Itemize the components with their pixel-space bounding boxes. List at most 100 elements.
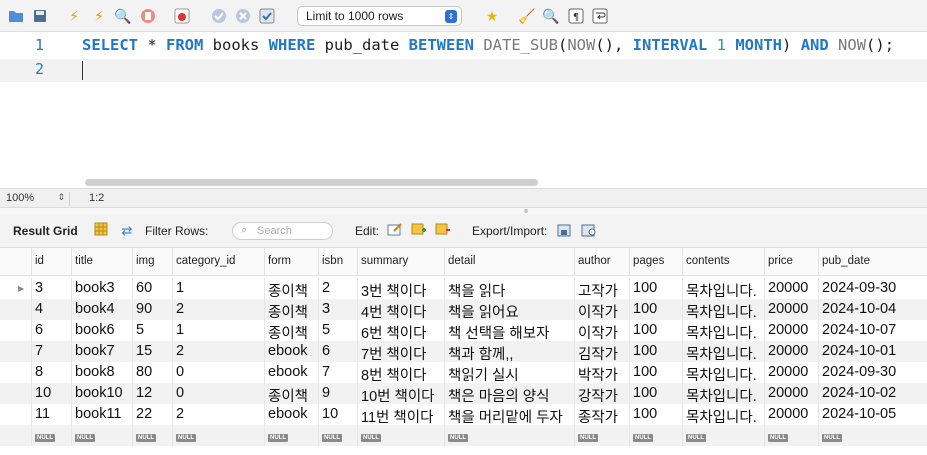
table-cell-isbn[interactable]: 5 (318, 320, 357, 341)
table-cell-title[interactable]: book8 (71, 362, 132, 383)
table-cell-pages[interactable]: 100 (629, 278, 682, 299)
import-icon[interactable] (580, 222, 598, 240)
export-icon[interactable] (556, 222, 574, 240)
column-header[interactable]: category_id (172, 248, 264, 276)
table-cell-form[interactable]: 종이책 (264, 320, 318, 341)
grid-layout-icon[interactable] (92, 222, 110, 240)
table-cell-price[interactable]: 20000 (764, 341, 818, 362)
table-cell-form[interactable]: 종이책 (264, 299, 318, 320)
table-cell-pages[interactable]: 100 (629, 362, 682, 383)
table-cell-price[interactable]: 20000 (764, 362, 818, 383)
table-cell-price[interactable]: 20000 (764, 278, 818, 299)
new-row-placeholder[interactable]: NULL NULL NULL NULL NULL NULL NULL NULL NULL NULL… (0, 425, 927, 446)
column-header[interactable]: detail (444, 248, 574, 276)
null-cell[interactable]: NULL (629, 425, 682, 446)
table-cell-author[interactable]: 이작가 (574, 299, 629, 320)
column-header[interactable]: contents (682, 248, 764, 276)
column-header[interactable]: pub_date (818, 248, 927, 276)
table-cell-id[interactable]: 7 (31, 341, 71, 362)
table-cell-pub_date[interactable]: 2024-10-02 (818, 383, 927, 404)
null-cell[interactable]: NULL (818, 425, 927, 446)
null-cell[interactable]: NULL (71, 425, 132, 446)
column-header[interactable]: isbn (318, 248, 357, 276)
table-cell-pub_date[interactable]: 2024-09-30 (818, 278, 927, 299)
table-cell-form[interactable]: ebook (264, 404, 318, 425)
table-cell-detail[interactable]: 책을 읽다 (444, 278, 574, 299)
table-cell-isbn[interactable]: 7 (318, 362, 357, 383)
table-cell-img[interactable]: 12 (132, 383, 172, 404)
table-cell-contents[interactable]: 목차입니다. (682, 362, 764, 383)
table-cell-isbn[interactable]: 6 (318, 341, 357, 362)
horizontal-scrollbar[interactable] (85, 179, 538, 186)
table-cell-form[interactable]: 종이책 (264, 383, 318, 404)
table-cell-price[interactable]: 20000 (764, 320, 818, 341)
table-cell-pub_date[interactable]: 2024-10-07 (818, 320, 927, 341)
null-cell[interactable]: NULL (444, 425, 574, 446)
save-icon[interactable] (30, 6, 50, 26)
table-cell-contents[interactable]: 목차입니다. (682, 320, 764, 341)
table-cell-author[interactable]: 고작가 (574, 278, 629, 299)
table-cell-pub_date[interactable]: 2024-09-30 (818, 362, 927, 383)
table-cell-summary[interactable]: 7번 책이다 (357, 341, 444, 362)
table-cell-category_id[interactable]: 1 (172, 320, 264, 341)
table-cell-price[interactable]: 20000 (764, 299, 818, 320)
table-cell-summary[interactable]: 3번 책이다 (357, 278, 444, 299)
table-cell-author[interactable]: 이작가 (574, 320, 629, 341)
column-header[interactable]: id (31, 248, 71, 276)
table-cell-title[interactable]: book11 (71, 404, 132, 425)
table-cell-title[interactable]: book4 (71, 299, 132, 320)
table-cell-summary[interactable]: 4번 책이다 (357, 299, 444, 320)
table-cell-pages[interactable]: 100 (629, 299, 682, 320)
table-cell-img[interactable]: 22 (132, 404, 172, 425)
null-cell[interactable]: NULL (318, 425, 357, 446)
edit-row-icon[interactable] (386, 222, 404, 240)
table-cell-img[interactable]: 80 (132, 362, 172, 383)
table-row[interactable]: 4 book4 90 2 종이책 3 4번 책이다 책을 읽어요 이작가 100 목차입니다. 200… (0, 299, 927, 320)
table-cell-detail[interactable]: 책을 머리맡에 두자 (444, 404, 574, 425)
table-cell-summary[interactable]: 11번 책이다 (357, 404, 444, 425)
column-header[interactable]: form (264, 248, 318, 276)
table-cell-summary[interactable]: 10번 책이다 (357, 383, 444, 404)
table-row[interactable]: ▶ 3 book3 60 1 종이책 2 3번 책이다 책을 읽다 고작가 100 목차입니다. 200… (0, 278, 927, 299)
table-cell-pages[interactable]: 100 (629, 383, 682, 404)
table-cell-detail[interactable]: 책 선택을 해보자 (444, 320, 574, 341)
column-header[interactable]: pages (629, 248, 682, 276)
table-cell-contents[interactable]: 목차입니다. (682, 299, 764, 320)
table-cell-id[interactable]: 11 (31, 404, 71, 425)
stop-icon[interactable] (138, 6, 158, 26)
table-cell-author[interactable]: 김작가 (574, 341, 629, 362)
table-cell-pub_date[interactable]: 2024-10-04 (818, 299, 927, 320)
column-header[interactable]: author (574, 248, 629, 276)
autocommit-icon[interactable] (257, 6, 277, 26)
table-cell-isbn[interactable]: 10 (318, 404, 357, 425)
result-grid[interactable]: id title img category_id form isbn summa… (0, 248, 927, 455)
null-cell[interactable]: NULL (132, 425, 172, 446)
table-cell-title[interactable]: book6 (71, 320, 132, 341)
table-cell-author[interactable]: 박작가 (574, 362, 629, 383)
table-cell-pages[interactable]: 100 (629, 320, 682, 341)
table-cell-category_id[interactable]: 2 (172, 341, 264, 362)
splitter-handle-icon[interactable] (524, 209, 528, 213)
table-row[interactable]: 6 book6 5 1 종이책 5 6번 책이다 책 선택을 해보자 이작가 100 목차입니다. 2… (0, 320, 927, 341)
table-row[interactable]: 8 book8 80 0 ebook 7 8번 책이다 책읽기 실시 박작가 100 목차입니다. 2… (0, 362, 927, 383)
table-cell-contents[interactable]: 목차입니다. (682, 278, 764, 299)
table-cell-category_id[interactable]: 1 (172, 278, 264, 299)
null-cell[interactable]: NULL (264, 425, 318, 446)
table-cell-form[interactable]: 종이책 (264, 278, 318, 299)
limit-rows-select[interactable]: Limit to 1000 rows ⇕ (297, 6, 462, 26)
table-cell-id[interactable]: 3 (31, 278, 71, 299)
table-cell-summary[interactable]: 6번 책이다 (357, 320, 444, 341)
table-cell-form[interactable]: ebook (264, 341, 318, 362)
table-cell-id[interactable]: 8 (31, 362, 71, 383)
column-header[interactable]: title (71, 248, 132, 276)
add-snippet-icon[interactable]: ★ (482, 6, 502, 26)
delete-row-icon[interactable] (434, 222, 452, 240)
table-cell-pages[interactable]: 100 (629, 341, 682, 362)
column-header[interactable]: summary (357, 248, 444, 276)
table-cell-contents[interactable]: 목차입니다. (682, 404, 764, 425)
table-cell-author[interactable]: 종작가 (574, 404, 629, 425)
table-cell-pub_date[interactable]: 2024-10-01 (818, 341, 927, 362)
table-cell-id[interactable]: 4 (31, 299, 71, 320)
zoom-select[interactable]: 100% ⇕ (6, 192, 70, 206)
sql-editor[interactable]: 1 2 SELECT * FROM books WHERE pub_date B… (0, 33, 927, 188)
